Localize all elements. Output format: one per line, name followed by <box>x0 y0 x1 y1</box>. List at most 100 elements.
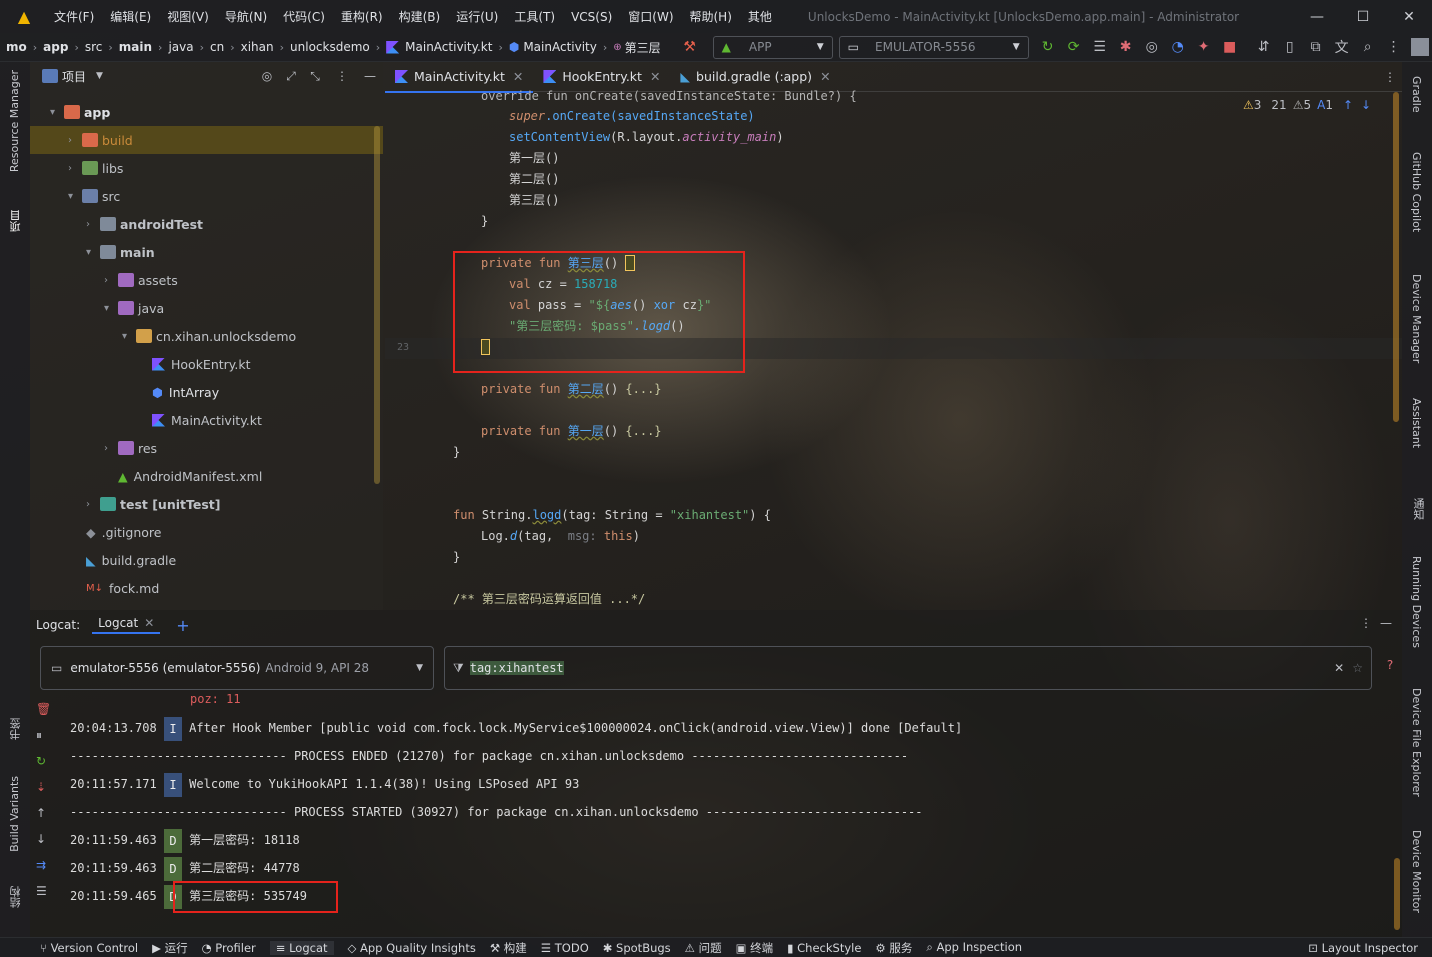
editor-scrollbar[interactable] <box>1393 92 1399 422</box>
coverage-icon[interactable]: ◎ <box>1139 34 1165 60</box>
log-row[interactable]: 20:04:13.708 I After Hook Member [public… <box>70 715 962 741</box>
tree-item-fockmd[interactable]: M↓ fock.md <box>86 574 159 602</box>
gradle-tab[interactable]: Gradle <box>1410 76 1423 116</box>
tree-item-mainactivity[interactable]: MainActivity.kt <box>152 406 262 434</box>
close-icon[interactable]: ✕ <box>513 69 523 84</box>
resource-manager-tab[interactable]: Resource Manager <box>8 70 21 175</box>
app-inspection-tab[interactable]: ⌕ App Inspection <box>926 940 1022 955</box>
running-devices-tab[interactable]: Running Devices <box>1410 556 1423 651</box>
refresh-icon[interactable]: ↻ <box>1035 34 1061 60</box>
tree-item-libs[interactable]: › libs <box>68 154 123 182</box>
menu-tools[interactable]: 工具(T) <box>514 8 555 25</box>
breadcrumb-item[interactable]: java <box>168 40 193 54</box>
profiler-icon[interactable]: ◔ <box>1165 34 1191 60</box>
services-tab[interactable]: ⚙ 服务 <box>875 940 912 956</box>
build-tab[interactable]: ⚒ 构建 <box>490 940 527 956</box>
device-monitor-tab[interactable]: Device Monitor <box>1410 830 1423 916</box>
up-icon[interactable]: ↑ <box>36 806 46 820</box>
expand-icon[interactable]: ⤢ <box>279 69 303 84</box>
menu-help[interactable]: 帮助(H) <box>690 8 732 25</box>
menu-file[interactable]: 文件(F) <box>54 8 94 25</box>
menu-refactor[interactable]: 重构(R) <box>341 8 383 25</box>
chevron-down-icon[interactable]: ▼ <box>96 71 103 81</box>
tree-item-build[interactable]: › build <box>68 126 133 154</box>
run-list-icon[interactable]: ☰ <box>1087 34 1113 60</box>
bookmarks-tab[interactable]: 书签 <box>8 718 24 743</box>
locate-icon[interactable]: ◎ <box>255 69 279 83</box>
device-dropdown[interactable]: ▭ EMULATOR-5556 ▼ <box>838 35 1029 59</box>
menu-navigate[interactable]: 导航(N) <box>225 8 267 25</box>
terminal-tab[interactable]: ▣ 终端 <box>736 940 774 956</box>
close-icon[interactable]: ✕ <box>820 69 830 84</box>
log-row[interactable]: ------------------------------ PROCESS E… <box>70 743 908 769</box>
more-vertical-icon[interactable]: ⋮ <box>1358 616 1374 630</box>
help-icon[interactable]: ? <box>1382 658 1398 672</box>
breadcrumb-item[interactable]: MainActivity.kt <box>405 40 492 54</box>
menu-code[interactable]: 代码(C) <box>283 8 325 25</box>
restart-icon[interactable]: ↻ <box>36 754 46 768</box>
avatar[interactable] <box>1410 38 1429 56</box>
project-scrollbar[interactable] <box>374 126 380 484</box>
device-manager-tab[interactable]: Device Manager <box>1410 274 1423 366</box>
filter-input[interactable]: ⧩ tag:xihantest ✕ ☆ <box>444 646 1372 690</box>
breadcrumb-item[interactable]: mo <box>6 40 27 54</box>
tree-item-androidtest[interactable]: › androidTest <box>86 210 203 238</box>
menu-run[interactable]: 运行(U) <box>456 8 498 25</box>
down-icon[interactable]: ↓ <box>36 832 46 846</box>
close-icon[interactable]: ✕ <box>144 616 154 630</box>
menu-build[interactable]: 构建(B) <box>399 8 441 25</box>
tree-item-test[interactable]: › test [unitTest] <box>86 490 220 518</box>
tree-item-intarray[interactable]: ⬢ IntArray <box>152 378 219 406</box>
hammer-icon[interactable]: ⚒ <box>677 34 703 60</box>
breadcrumb-item[interactable]: src <box>85 40 103 54</box>
tree-item-java[interactable]: ▾ java <box>104 294 164 322</box>
attach-debugger-icon[interactable]: ✦ <box>1191 34 1217 60</box>
profiler-tab[interactable]: ◔ Profiler <box>202 941 256 955</box>
stop-icon[interactable]: ■ <box>1217 34 1243 60</box>
app-quality-insights-tab[interactable]: ◇ App Quality Insights <box>348 941 476 955</box>
tree-item-manifest[interactable]: ▲ AndroidManifest.xml <box>118 462 262 490</box>
device-manager-icon[interactable]: ▯ <box>1277 34 1303 60</box>
translate-icon[interactable]: 文 <box>1329 34 1355 60</box>
tree-item-res[interactable]: › res <box>104 434 157 462</box>
close-icon[interactable]: ✕ <box>1386 0 1432 33</box>
notifications-tab[interactable]: 通知 <box>1410 498 1426 523</box>
breadcrumb-item[interactable]: xihan <box>241 40 274 54</box>
star-icon[interactable]: ☆ <box>1352 661 1363 675</box>
tree-item-main[interactable]: ▾ main <box>86 238 155 266</box>
hide-icon[interactable]: — <box>357 69 383 83</box>
menu-other[interactable]: 其他 <box>748 8 772 25</box>
tree-item-hookentry[interactable]: HookEntry.kt <box>152 350 251 378</box>
log-row[interactable]: 20:11:59.463 D 第一层密码: 18118 <box>70 827 300 853</box>
tree-item-package[interactable]: ▾ cn.xihan.unlocksdemo <box>122 322 296 350</box>
close-icon[interactable]: ✕ <box>650 69 660 84</box>
gradle-sync-icon[interactable]: ⇵ <box>1251 34 1277 60</box>
search-icon[interactable]: ⌕ <box>1355 34 1381 60</box>
todo-tab[interactable]: ☰ TODO <box>541 941 589 955</box>
assistant-tab[interactable]: Assistant <box>1410 398 1423 451</box>
build-variants-tab[interactable]: Build Variants <box>8 776 21 855</box>
tree-item-gitignore[interactable]: ◆ .gitignore <box>86 518 161 546</box>
version-control-tab[interactable]: ⑂ Version Control <box>40 941 138 955</box>
tree-item-app[interactable]: ▾ app <box>50 98 110 126</box>
menu-vcs[interactable]: VCS(S) <box>571 10 612 24</box>
logcat-tab[interactable]: ≡ Logcat <box>269 940 334 955</box>
menu-edit[interactable]: 编辑(E) <box>110 8 151 25</box>
more-vertical-icon[interactable]: ⋮ <box>1378 70 1402 84</box>
device-file-explorer-tab[interactable]: Device File Explorer <box>1410 688 1423 800</box>
breadcrumb-item[interactable]: MainActivity <box>523 40 597 54</box>
project-view-title[interactable]: 项目 <box>62 68 86 85</box>
tree-item-buildgradle[interactable]: ◣ build.gradle <box>86 546 176 574</box>
tree-item-src[interactable]: ▾ src <box>68 182 120 210</box>
format-icon[interactable]: ☰ <box>36 884 47 898</box>
menu-view[interactable]: 视图(V) <box>167 8 209 25</box>
breadcrumb-item[interactable]: main <box>119 40 152 54</box>
pause-icon[interactable]: ⏸ <box>36 728 42 743</box>
tab-logcat[interactable]: Logcat ✕ <box>92 616 161 634</box>
soft-wrap-icon[interactable]: ⇉ <box>36 858 46 872</box>
minimize-icon[interactable]: — <box>1294 0 1340 33</box>
github-copilot-tab[interactable]: GitHub Copilot <box>1410 152 1423 235</box>
collapse-icon[interactable]: ⤡ <box>303 69 327 84</box>
project-tab[interactable]: 项目 <box>8 210 24 235</box>
breadcrumb-item[interactable]: cn <box>210 40 224 54</box>
